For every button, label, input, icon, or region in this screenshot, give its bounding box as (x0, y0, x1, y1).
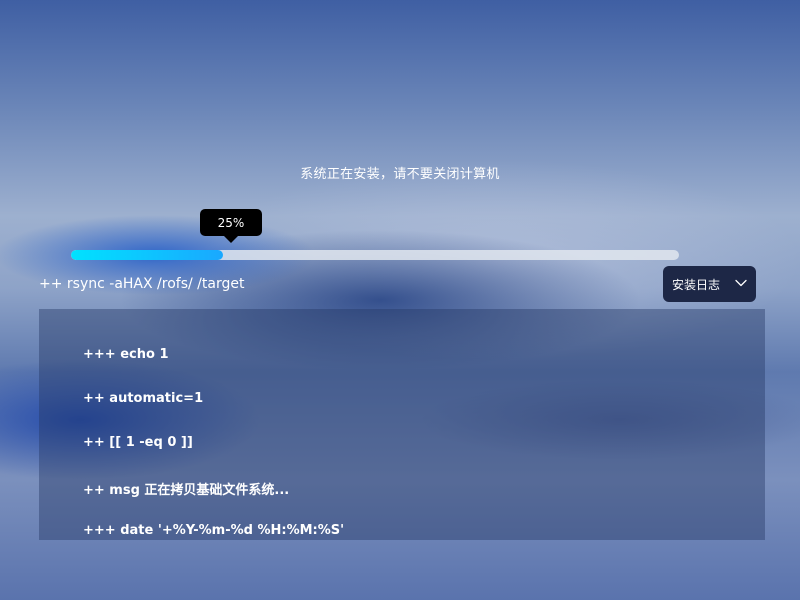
install-log-toggle-label: 安装日志 (672, 277, 721, 292)
log-line: +++ date '+%Y-%m-%d %H:%M:%S' (83, 523, 345, 538)
progress-percent-tooltip: 25% (200, 209, 262, 243)
install-log-panel[interactable]: +++ echo 1 ++ automatic=1 ++ [[ 1 -eq 0 … (39, 309, 765, 540)
log-line: ++ msg 正在拷贝基础文件系统... (83, 483, 290, 498)
install-log-toggle-button[interactable]: 安装日志 (663, 266, 756, 302)
log-line: ++ automatic=1 (83, 391, 204, 406)
install-progress-bar (71, 250, 679, 260)
chevron-down-icon (735, 279, 747, 287)
log-line: +++ echo 1 (83, 347, 169, 362)
progress-bar-fill (71, 250, 223, 260)
install-status-message: 系统正在安装，请不要关闭计算机 (300, 167, 500, 182)
installer-screen: { "status": { "message": "系统正在安装，请不要关闭计算… (0, 0, 800, 600)
log-line: ++ [[ 1 -eq 0 ]] (83, 435, 193, 450)
current-command-text: ++ rsync -aHAX /rofs/ /target (39, 276, 245, 292)
